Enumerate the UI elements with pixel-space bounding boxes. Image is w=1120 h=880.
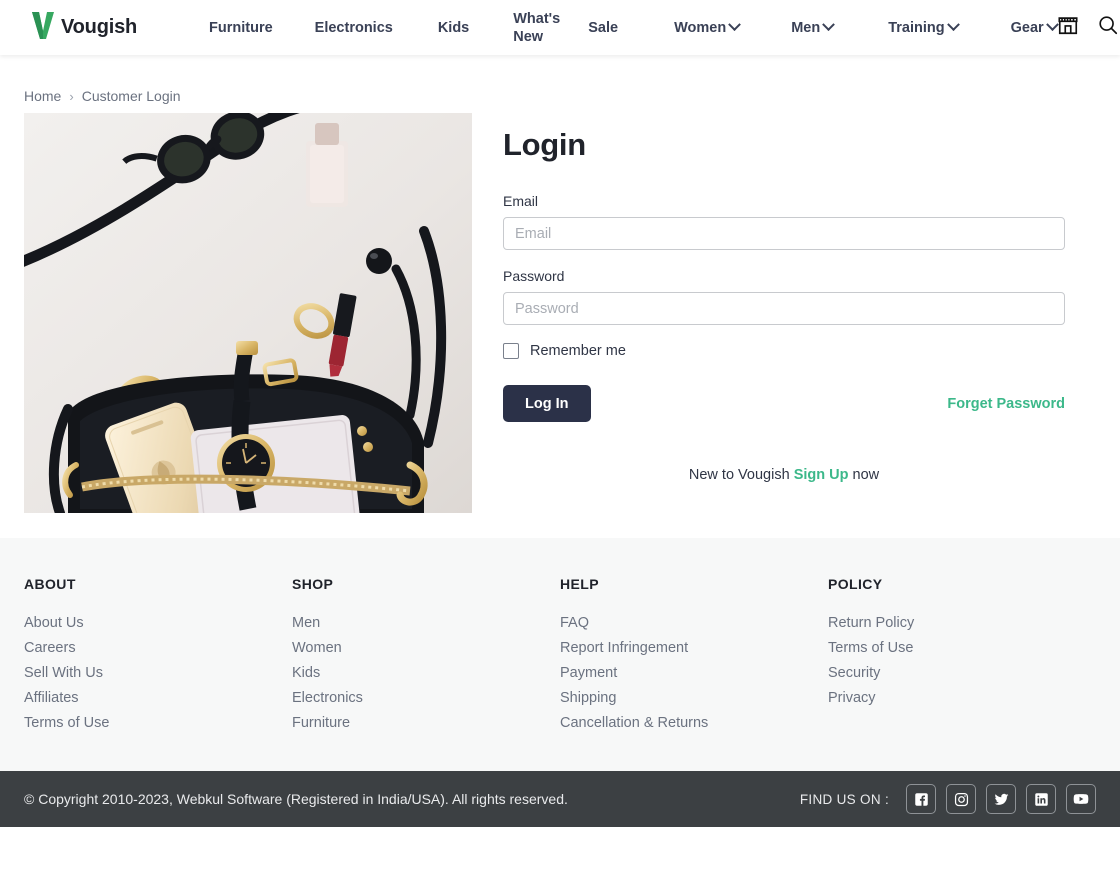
nav-item-kids[interactable]: Kids: [438, 19, 469, 37]
nav-item-men[interactable]: Men: [791, 18, 836, 37]
footer-link-return-policy[interactable]: Return Policy: [828, 615, 1096, 631]
forget-password-link[interactable]: Forget Password: [947, 396, 1065, 412]
footer-link-affiliates[interactable]: Affiliates: [24, 690, 292, 706]
signup-suffix-text: now: [852, 467, 880, 483]
login-submit-button[interactable]: Log In: [503, 385, 591, 422]
social-links-group: FIND US ON :: [800, 784, 1096, 814]
nav-item-women[interactable]: Women: [674, 18, 742, 37]
footer-column-title: ABOUT: [24, 576, 76, 592]
nav-label: Kids: [437, 19, 470, 36]
email-field-group: Email: [503, 193, 1065, 250]
login-form-panel: Login Email Password Remember me Log In …: [503, 113, 1065, 538]
site-footer: ABOUT About Us Careers Sell With Us Affi…: [0, 538, 1120, 771]
footer-column-title: POLICY: [828, 576, 883, 592]
copyright-bar: © Copyright 2010-2023, Webkul Software (…: [0, 771, 1120, 827]
footer-link-women[interactable]: Women: [292, 640, 560, 656]
chevron-down-icon: [822, 18, 836, 32]
find-us-on-label: FIND US ON :: [799, 791, 889, 807]
login-hero-image: [24, 113, 472, 513]
remember-me-label[interactable]: Remember me: [530, 343, 626, 359]
password-label: Password: [503, 268, 565, 284]
copyright-text: © Copyright 2010-2023, Webkul Software (…: [24, 791, 568, 807]
footer-link-men[interactable]: Men: [292, 615, 560, 631]
nav-item-training[interactable]: Training: [888, 18, 960, 37]
footer-link-furniture[interactable]: Furniture: [292, 715, 560, 731]
nav-item-sale[interactable]: Sale: [588, 19, 618, 37]
brand-name: Vougish: [61, 16, 138, 38]
nav-label: What's New: [513, 10, 561, 45]
header-icon-group: [1057, 14, 1120, 41]
linkedin-icon[interactable]: [1026, 784, 1056, 814]
remember-me-row: Remember me: [503, 343, 1065, 359]
nav-item-electronics[interactable]: Electronics: [315, 19, 393, 37]
breadcrumb-separator: ›: [69, 88, 74, 104]
footer-link-cancellation-returns[interactable]: Cancellation & Returns: [560, 715, 828, 731]
footer-link-security[interactable]: Security: [828, 665, 1096, 681]
site-header: Vougish Furniture Electronics Kids What'…: [0, 0, 1120, 55]
nav-label: Women: [674, 19, 727, 36]
footer-column-about: ABOUT About Us Careers Sell With Us Affi…: [24, 576, 292, 771]
nav-label: Electronics: [314, 19, 393, 36]
signup-prefix-text: New to Vougish: [688, 467, 790, 483]
twitter-icon[interactable]: [986, 784, 1016, 814]
footer-link-terms-of-use[interactable]: Terms of Use: [24, 715, 292, 731]
footer-column-policy: POLICY Return Policy Terms of Use Securi…: [828, 576, 1096, 771]
footer-link-privacy[interactable]: Privacy: [828, 690, 1096, 706]
footer-column-help: HELP FAQ Report Infringement Payment Shi…: [560, 576, 828, 771]
footer-link-terms-of-use[interactable]: Terms of Use: [828, 640, 1096, 656]
store-icon[interactable]: [1057, 14, 1079, 41]
nav-label: Men: [791, 19, 821, 36]
footer-link-faq[interactable]: FAQ: [560, 615, 828, 631]
search-icon[interactable]: [1097, 14, 1119, 41]
chevron-down-icon: [728, 18, 742, 32]
nav-item-gear[interactable]: Gear: [1010, 18, 1059, 37]
footer-link-shipping[interactable]: Shipping: [560, 690, 828, 706]
nav-label: Gear: [1010, 19, 1044, 36]
footer-column-title: HELP: [560, 576, 599, 592]
instagram-icon[interactable]: [946, 784, 976, 814]
footer-link-report-infringement[interactable]: Report Infringement: [560, 640, 828, 656]
youtube-icon[interactable]: [1066, 784, 1096, 814]
signup-prompt: New to Vougish Sign Up now: [503, 467, 1065, 483]
nav-label: Training: [888, 19, 945, 36]
footer-link-payment[interactable]: Payment: [560, 665, 828, 681]
footer-link-sell-with-us[interactable]: Sell With Us: [24, 665, 292, 681]
main-navigation: Furniture Electronics Kids What's New Sa…: [175, 0, 1059, 55]
breadcrumb-current: Customer Login: [81, 88, 181, 104]
login-page-main: Login Email Password Remember me Log In …: [0, 101, 1120, 538]
signup-link[interactable]: Sign Up: [794, 467, 849, 483]
password-field-group: Password: [503, 268, 1065, 325]
footer-link-electronics[interactable]: Electronics: [292, 690, 560, 706]
login-action-row: Log In Forget Password: [503, 385, 1065, 422]
nav-label: Furniture: [209, 19, 273, 36]
brand-logo[interactable]: Vougish: [30, 10, 137, 45]
facebook-icon[interactable]: [906, 784, 936, 814]
nav-item-whats-new[interactable]: What's New: [513, 10, 567, 46]
password-input[interactable]: [503, 292, 1065, 325]
footer-column-title: SHOP: [292, 576, 334, 592]
v-logo-icon: [30, 10, 56, 45]
footer-link-careers[interactable]: Careers: [24, 640, 292, 656]
email-input[interactable]: [503, 217, 1065, 250]
footer-link-about-us[interactable]: About Us: [24, 615, 292, 631]
footer-link-kids[interactable]: Kids: [292, 665, 560, 681]
page-title: Login: [503, 127, 586, 162]
breadcrumb-home-link[interactable]: Home: [24, 88, 61, 104]
chevron-down-icon: [946, 18, 960, 32]
breadcrumb: Home › Customer Login: [0, 55, 1120, 104]
footer-column-shop: SHOP Men Women Kids Electronics Furnitur…: [292, 576, 560, 771]
email-label: Email: [503, 193, 539, 209]
nav-item-furniture[interactable]: Furniture: [209, 19, 273, 37]
nav-label: Sale: [588, 19, 619, 36]
remember-me-checkbox[interactable]: [503, 343, 519, 359]
